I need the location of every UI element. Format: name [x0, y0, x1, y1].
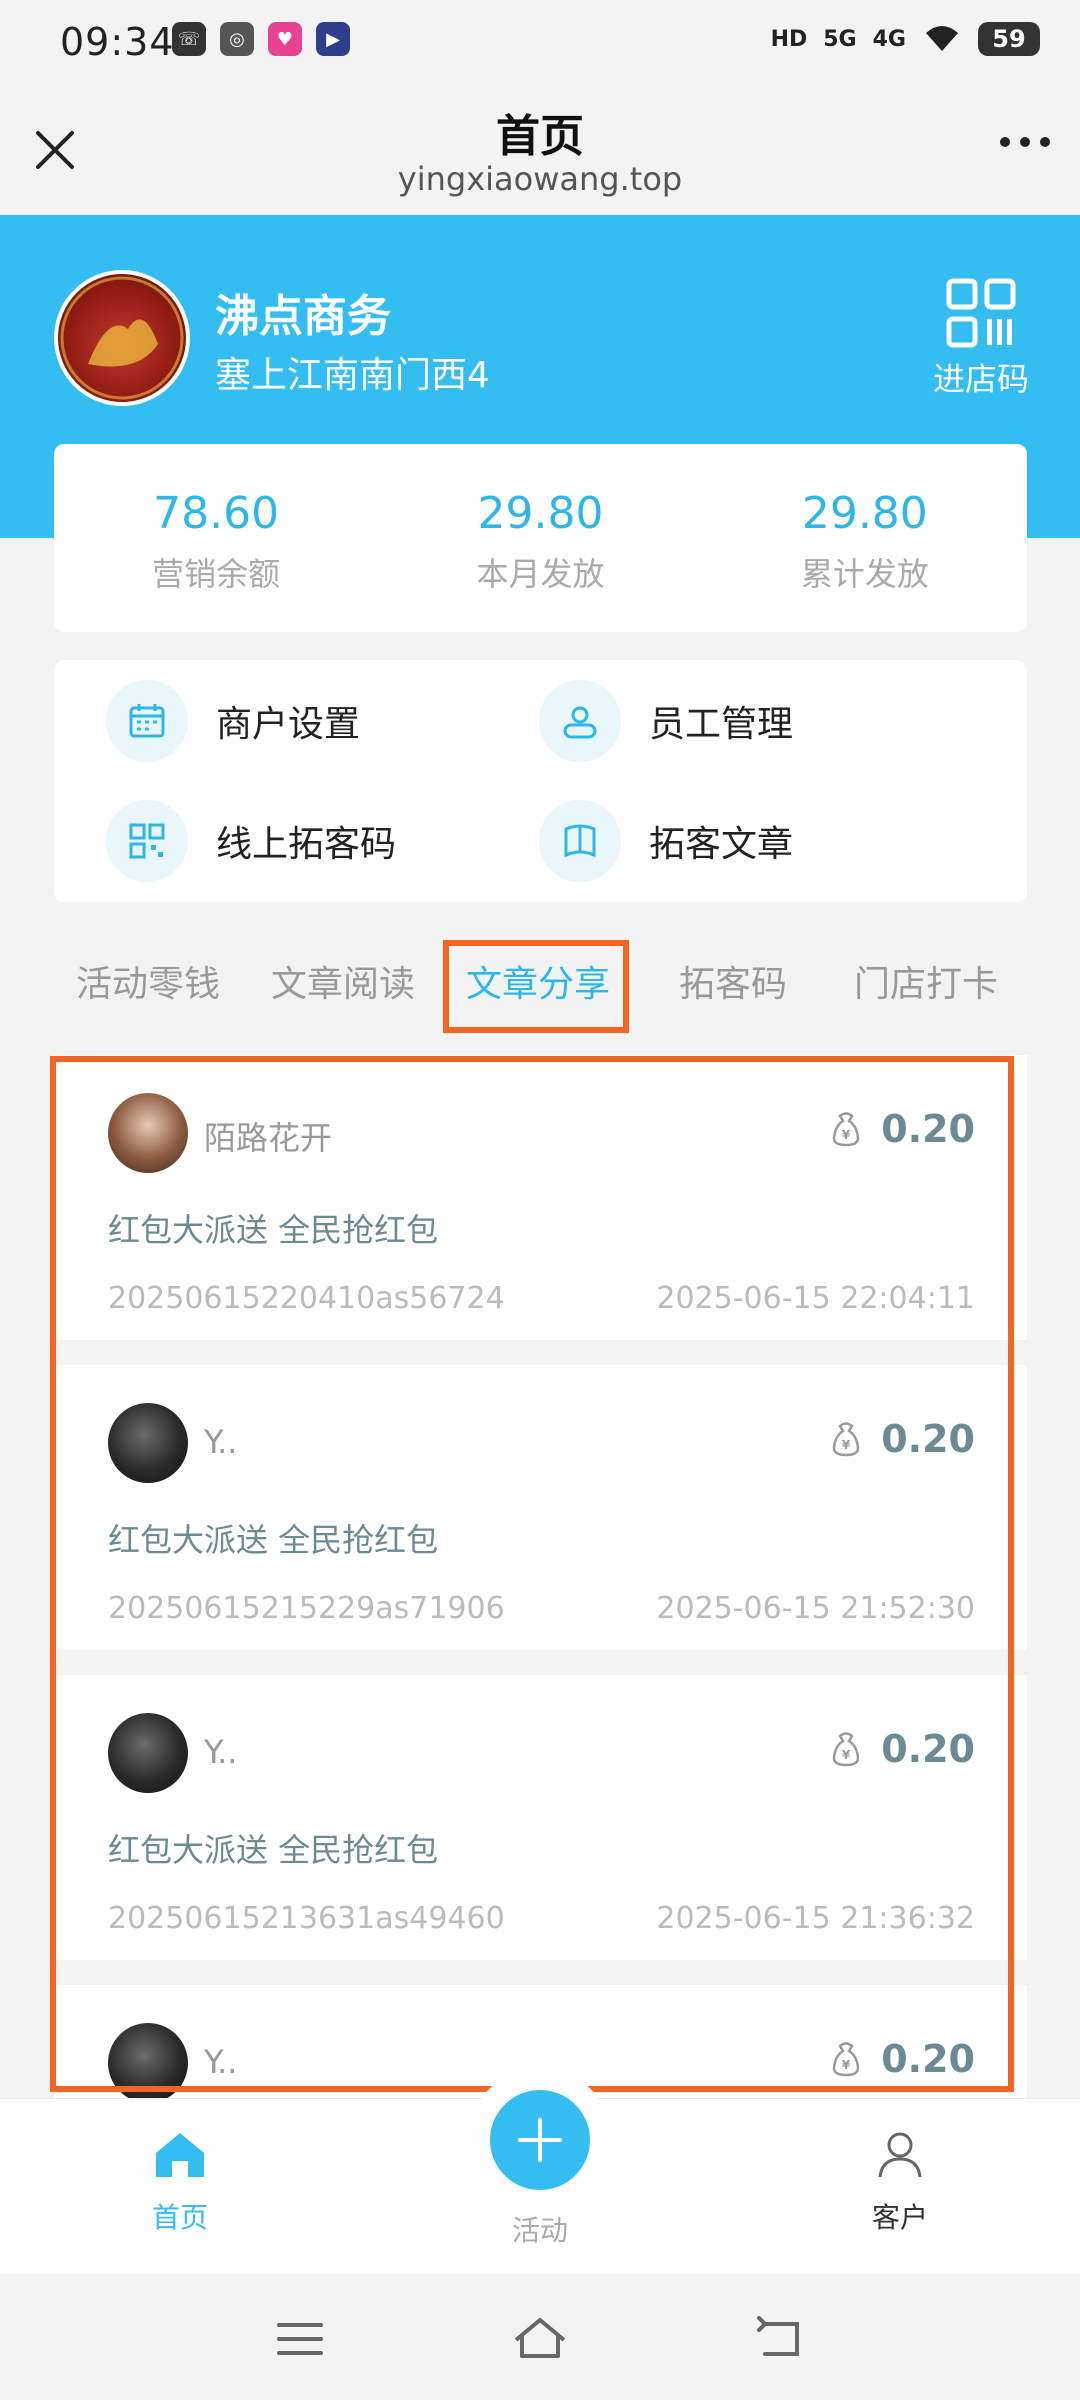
- list-highlight-frame: [50, 1056, 1014, 2092]
- back-icon[interactable]: [755, 2316, 805, 2360]
- articles-button[interactable]: 拓客文章: [539, 800, 793, 882]
- book-icon: [539, 800, 621, 882]
- add-activity-button[interactable]: [490, 2090, 590, 2190]
- stat-marketing-balance[interactable]: 78.60 营销余额: [54, 444, 378, 632]
- battery-icon: 59: [978, 22, 1040, 56]
- network-hd-icon: HD: [770, 26, 808, 52]
- tab-article-read[interactable]: 文章阅读: [271, 940, 415, 1030]
- home-system-icon[interactable]: [510, 2314, 570, 2362]
- phone-icon: ☏: [172, 22, 206, 56]
- qr-code-icon: [106, 800, 188, 882]
- online-qr-button[interactable]: 线上拓客码: [106, 800, 396, 882]
- page-title: 首页: [496, 111, 584, 162]
- staff-management-button[interactable]: 员工管理: [539, 680, 793, 762]
- tab-qr[interactable]: 拓客码: [679, 940, 787, 1030]
- merchant-settings-button[interactable]: 商户设置: [106, 680, 360, 762]
- nav-activity[interactable]: 活动: [460, 2209, 620, 2249]
- menu-icon[interactable]: [275, 2319, 325, 2359]
- avatar-art-icon: [60, 276, 184, 400]
- plus-icon: [518, 2118, 562, 2162]
- action-label: 拓客文章: [649, 824, 794, 865]
- network-4g-icon: 4G: [872, 26, 906, 52]
- notification-icons: ☏ ◎ ♥ ▶: [172, 22, 350, 56]
- more-menu-icon[interactable]: [1000, 137, 1050, 147]
- stat-total-issued[interactable]: 29.80 累计发放: [703, 444, 1027, 632]
- stat-value: 29.80: [477, 488, 604, 539]
- stat-value: 78.60: [153, 488, 280, 539]
- network-5g-icon: 5G: [823, 26, 857, 52]
- nav-customer[interactable]: 客户: [820, 2129, 980, 2236]
- nav-label: 首页: [151, 2201, 208, 2234]
- status-time: 09:34: [60, 20, 175, 64]
- action-label: 线上拓客码: [216, 824, 397, 865]
- qr-label: 进店码: [932, 360, 1029, 398]
- nav-label: 客户: [871, 2201, 928, 2234]
- nav-label: 活动: [511, 2214, 568, 2247]
- app-icon: ♥: [268, 22, 302, 56]
- shop-name: 沸点商务: [215, 291, 391, 342]
- home-icon: [156, 2133, 204, 2177]
- qr-code-icon: [946, 278, 1016, 348]
- stat-value: 29.80: [801, 488, 928, 539]
- stat-label: 营销余额: [152, 555, 281, 593]
- user-icon: [878, 2132, 922, 2178]
- app-icon: ▶: [316, 22, 350, 56]
- stat-label: 本月发放: [476, 555, 605, 593]
- calendar-icon: [106, 680, 188, 762]
- title-bar: 首页 yingxiaowang.top: [0, 85, 1080, 215]
- stat-month-issued[interactable]: 29.80 本月发放: [378, 444, 702, 632]
- action-label: 员工管理: [649, 704, 794, 745]
- app-icon: ◎: [220, 22, 254, 56]
- stats-card: 78.60 营销余额 29.80 本月发放 29.80 累计发放: [54, 444, 1027, 632]
- nav-home[interactable]: 首页: [100, 2129, 260, 2236]
- page-url: yingxiaowang.top: [397, 160, 683, 198]
- store-qr-button[interactable]: 进店码: [926, 278, 1036, 400]
- tab-activity-change[interactable]: 活动零钱: [76, 940, 220, 1030]
- action-label: 商户设置: [216, 704, 361, 745]
- tab-highlight-frame: [443, 940, 629, 1033]
- status-right: HD 5G 4G 59: [771, 22, 1040, 56]
- system-nav-bar: [0, 2274, 1080, 2400]
- quick-actions: 商户设置 员工管理 线上拓客码 拓客文章: [54, 660, 1027, 902]
- merchant-avatar: [54, 270, 190, 406]
- stat-label: 累计发放: [800, 555, 929, 593]
- shop-subtitle: 塞上江南南门西4: [215, 355, 490, 396]
- status-bar: 09:34 ☏ ◎ ♥ ▶ HD 5G 4G 59: [0, 0, 1080, 85]
- wifi-icon: [926, 26, 958, 51]
- tab-store-checkin[interactable]: 门店打卡: [854, 940, 998, 1030]
- user-badge-icon: [539, 680, 621, 762]
